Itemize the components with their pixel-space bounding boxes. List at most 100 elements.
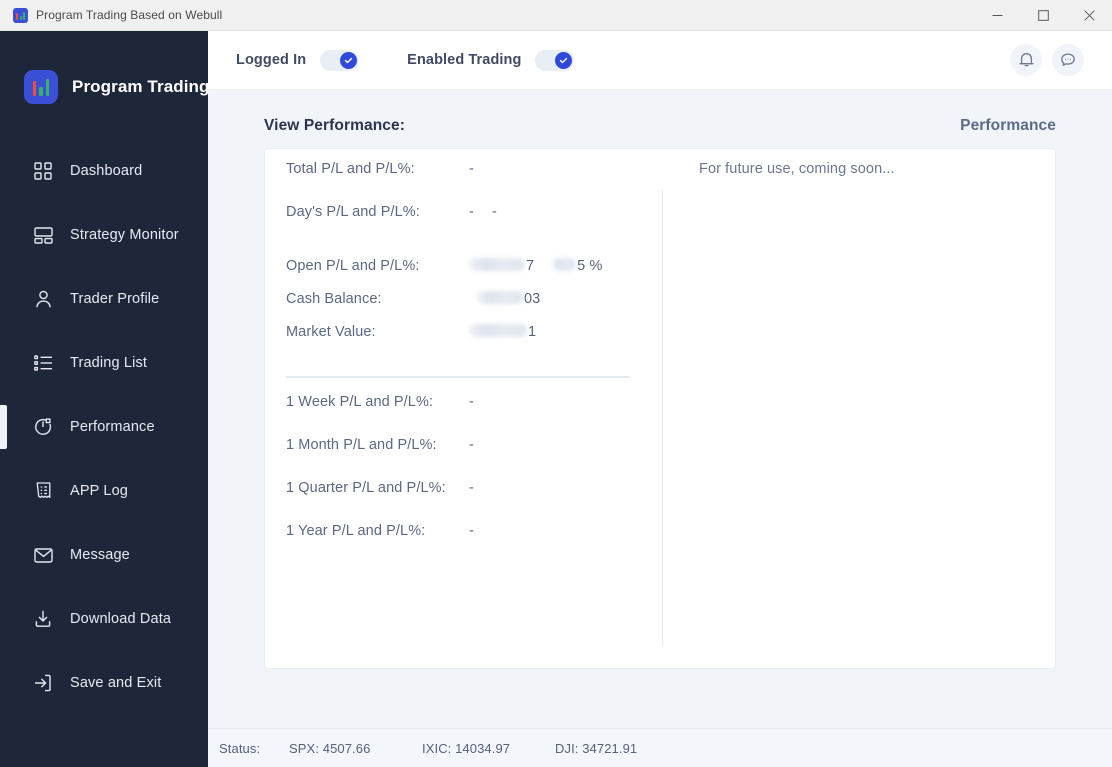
logged-in-label: Logged In bbox=[236, 52, 307, 68]
card-vertical-divider bbox=[662, 189, 663, 646]
redacted-value-percent: 5 % bbox=[552, 257, 602, 274]
window-controls bbox=[974, 0, 1112, 31]
metric-label: 1 Month P/L and P/L%: bbox=[286, 437, 437, 453]
metric-label: 1 Week P/L and P/L%: bbox=[286, 394, 434, 410]
metric-row-market-value: Market Value: 1 bbox=[286, 323, 662, 356]
redacted-value: 7 bbox=[469, 257, 534, 274]
metric-value-primary: 7 bbox=[526, 258, 535, 274]
pie-chart-icon bbox=[33, 417, 53, 437]
right-pane: Logged In Enabled Trading View Performan… bbox=[208, 31, 1112, 767]
metric-value: 7 5 % bbox=[469, 257, 602, 274]
sidebar-item-save-and-exit[interactable]: Save and Exit bbox=[0, 651, 208, 715]
sidebar-item-download-data[interactable]: Download Data bbox=[0, 587, 208, 651]
window-title: Program Trading Based on Webull bbox=[36, 8, 223, 22]
enabled-trading-group: Enabled Trading bbox=[407, 49, 575, 71]
check-icon bbox=[555, 51, 573, 69]
brand-name: Program Trading bbox=[72, 77, 210, 96]
status-bar: Status: SPX: 4507.66 IXIC: 14034.97 DJI:… bbox=[208, 728, 1112, 767]
sidebar-item-label: Trading List bbox=[70, 355, 148, 371]
sidebar-item-trader-profile[interactable]: Trader Profile bbox=[0, 267, 208, 331]
blur-overlay bbox=[552, 258, 577, 271]
chat-button[interactable] bbox=[1052, 44, 1084, 76]
list-icon bbox=[33, 353, 53, 373]
metric-value: - bbox=[469, 437, 474, 453]
title-bar: Program Trading Based on Webull bbox=[0, 0, 1112, 31]
metric-row-total-pl: Total P/L and P/L%: - bbox=[286, 161, 662, 204]
sidebar-item-label: Strategy Monitor bbox=[70, 227, 179, 243]
content-header: View Performance: Performance bbox=[264, 90, 1056, 148]
status-index-dji: DJI: 34721.91 bbox=[555, 740, 638, 756]
app-logo-icon bbox=[13, 7, 28, 23]
chat-bubble-icon bbox=[1060, 52, 1076, 68]
metric-row-1-month-pl: 1 Month P/L and P/L%: - bbox=[286, 437, 662, 480]
sidebar-item-dashboard[interactable]: Dashboard bbox=[0, 139, 208, 203]
sidebar-nav: Dashboard Strategy Monitor Trader Profil… bbox=[0, 121, 208, 715]
layout-icon bbox=[33, 225, 53, 245]
receipt-icon bbox=[33, 481, 53, 501]
metric-value-primary: 1 bbox=[528, 324, 537, 340]
enabled-trading-label: Enabled Trading bbox=[407, 52, 522, 68]
maximize-button[interactable] bbox=[1020, 0, 1066, 31]
metric-value-primary: - bbox=[469, 394, 474, 410]
metric-row-days-pl: Day's P/L and P/L%: - - bbox=[286, 204, 662, 247]
check-icon bbox=[340, 51, 358, 69]
metric-label: Total P/L and P/L%: bbox=[286, 161, 415, 177]
metric-value-primary: - bbox=[469, 480, 474, 496]
notification-button[interactable] bbox=[1010, 44, 1042, 76]
top-bar: Logged In Enabled Trading bbox=[208, 31, 1112, 90]
redacted-value: 03 bbox=[469, 290, 540, 307]
metric-value-primary: - bbox=[469, 437, 474, 453]
metric-row-1-week-pl: 1 Week P/L and P/L%: - bbox=[286, 394, 662, 437]
metric-value: 03 bbox=[469, 290, 540, 307]
grid-icon bbox=[33, 161, 53, 181]
metric-value: - bbox=[469, 394, 474, 410]
sidebar-item-label: APP Log bbox=[70, 483, 129, 499]
title-bar-left: Program Trading Based on Webull bbox=[0, 7, 223, 23]
status-index-spx: SPX: 4507.66 bbox=[289, 740, 371, 756]
page-subtitle: Performance bbox=[960, 117, 1056, 134]
envelope-icon bbox=[33, 545, 53, 565]
sidebar-item-label: Trader Profile bbox=[70, 291, 160, 307]
sidebar-item-label: Performance bbox=[70, 419, 155, 435]
blur-overlay bbox=[469, 258, 525, 271]
blur-overlay bbox=[469, 324, 527, 337]
metrics-panel: Total P/L and P/L%: - Day's P/L and P/L%… bbox=[265, 149, 662, 668]
close-button[interactable] bbox=[1066, 0, 1112, 31]
sidebar-item-message[interactable]: Message bbox=[0, 523, 208, 587]
metric-label: Open P/L and P/L%: bbox=[286, 258, 420, 274]
metric-row-cash-balance: Cash Balance: 03 bbox=[286, 290, 662, 323]
sidebar-item-strategy-monitor[interactable]: Strategy Monitor bbox=[0, 203, 208, 267]
metric-label: Cash Balance: bbox=[286, 291, 382, 307]
logged-in-toggle[interactable] bbox=[320, 49, 360, 71]
future-use-text: For future use, coming soon... bbox=[699, 161, 895, 177]
future-use-panel: For future use, coming soon... bbox=[662, 149, 1055, 668]
sidebar-item-app-log[interactable]: APP Log bbox=[0, 459, 208, 523]
metric-value-primary: - bbox=[469, 523, 474, 539]
status-label: Status: bbox=[219, 740, 261, 756]
metric-value: - bbox=[469, 161, 474, 177]
metric-label: 1 Quarter P/L and P/L%: bbox=[286, 480, 446, 496]
metric-row-1-quarter-pl: 1 Quarter P/L and P/L%: - bbox=[286, 480, 662, 523]
metric-value-secondary: 5 % bbox=[577, 258, 603, 274]
metric-value: 1 bbox=[469, 323, 536, 340]
page-title: View Performance: bbox=[264, 117, 405, 134]
app-window: Program Trading Based on Webull Program … bbox=[0, 0, 1112, 767]
future-use-row: For future use, coming soon... bbox=[699, 161, 1055, 204]
metric-row-1-year-pl: 1 Year P/L and P/L%: - bbox=[286, 523, 662, 566]
metric-value: - bbox=[469, 480, 474, 496]
download-icon bbox=[33, 609, 53, 629]
bell-icon bbox=[1018, 52, 1034, 68]
sidebar-item-performance[interactable]: Performance bbox=[0, 395, 208, 459]
status-index-ixic: IXIC: 14034.97 bbox=[422, 740, 511, 756]
brand: Program Trading bbox=[0, 31, 210, 121]
user-icon bbox=[33, 289, 53, 309]
sidebar-item-label: Message bbox=[70, 547, 130, 563]
minimize-button[interactable] bbox=[974, 0, 1020, 31]
sidebar-item-trading-list[interactable]: Trading List bbox=[0, 331, 208, 395]
performance-card: Total P/L and P/L%: - Day's P/L and P/L%… bbox=[264, 148, 1056, 669]
metric-label: Day's P/L and P/L%: bbox=[286, 204, 420, 220]
metric-value-primary: 03 bbox=[524, 291, 541, 307]
redacted-value: 1 bbox=[469, 323, 536, 340]
enabled-trading-toggle[interactable] bbox=[535, 49, 575, 71]
metric-label: 1 Year P/L and P/L%: bbox=[286, 523, 426, 539]
